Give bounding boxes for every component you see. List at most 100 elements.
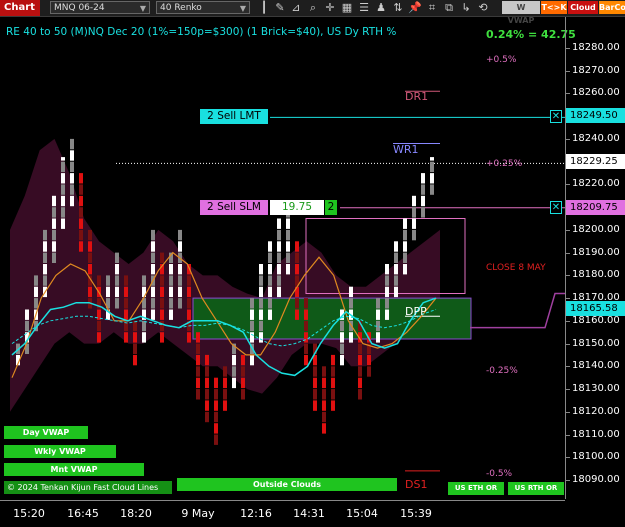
renko-brick — [178, 275, 182, 286]
renko-brick — [178, 229, 182, 241]
renko-brick — [322, 389, 326, 400]
stop-price-marker: 18209.75 — [566, 200, 625, 215]
price-tick-label: 18240.00 — [572, 132, 620, 144]
renko-brick — [79, 218, 83, 229]
cloud-button[interactable]: Cloud — [568, 1, 598, 14]
renko-brick — [34, 275, 38, 286]
renko-brick — [259, 298, 263, 309]
tk-button[interactable]: T<>K — [541, 1, 567, 14]
current-price-marker: 18165.58 — [566, 301, 625, 316]
renko-brick — [52, 218, 56, 229]
level-plus-025: +0.25% — [486, 159, 523, 169]
outside-clouds-toggle[interactable]: Outside Clouds — [177, 478, 397, 491]
day-vwap-toggle[interactable]: Day VWAP — [4, 426, 88, 439]
mnt-vwap-toggle[interactable]: Mnt VWAP — [4, 463, 144, 476]
renko-brick — [268, 264, 272, 275]
price-tick-mark — [566, 434, 570, 436]
renko-brick — [43, 275, 47, 286]
renko-brick — [178, 241, 182, 252]
instrument-select[interactable]: MNQ 06-24 ▼ — [50, 1, 150, 14]
renko-brick — [313, 389, 317, 400]
renko-brick — [268, 241, 272, 252]
indicators-icon[interactable]: ⊿ — [288, 1, 304, 15]
chart-tab[interactable]: Chart — [0, 0, 40, 16]
renko-brick — [214, 389, 218, 400]
price-tick-label: 18280.00 — [572, 42, 620, 53]
renko-brick — [394, 241, 398, 252]
strategy-icon[interactable]: ♟ — [373, 1, 389, 15]
template-icon[interactable]: ⌗ — [424, 1, 440, 15]
zoom-icon[interactable]: ⌕ — [305, 1, 321, 15]
cloud-lines-toggle[interactable]: © 2024 Tenkan Kijun Fast Cloud Lines — [4, 481, 172, 494]
chart-trader-icon[interactable]: ⇅ — [390, 1, 406, 15]
renko-brick — [133, 332, 137, 343]
renko-brick — [79, 207, 83, 218]
renko-brick — [169, 309, 173, 320]
renko-brick — [214, 434, 218, 445]
link-icon[interactable]: ⧉ — [441, 1, 457, 15]
time-tick-label: 15:20 — [13, 507, 45, 520]
renko-brick — [88, 229, 92, 241]
cancel-limit-order-icon[interactable]: ✕ — [550, 110, 562, 123]
drawing-tools-icon[interactable]: ✎ — [272, 1, 288, 15]
renko-brick — [268, 286, 272, 298]
cancel-stop-order-icon[interactable]: ✕ — [550, 201, 562, 214]
renko-brick — [196, 343, 200, 354]
renko-brick — [412, 229, 416, 241]
price-axis[interactable]: 18280.0018270.0018260.0018250.0018240.00… — [565, 17, 625, 499]
barco-button[interactable]: BarCo — [599, 1, 625, 14]
renko-brick — [187, 309, 191, 320]
renko-brick — [304, 343, 308, 354]
w-vwap-button[interactable]: W VWAP — [502, 1, 540, 25]
renko-brick — [349, 298, 353, 309]
stop-order-pnl: 19.75 — [270, 200, 324, 215]
renko-brick — [286, 264, 290, 275]
renko-brick — [205, 389, 209, 400]
renko-brick — [61, 195, 65, 207]
renko-brick — [151, 309, 155, 320]
sell-limit-order[interactable]: 2 Sell LMT — [200, 109, 268, 124]
renko-brick — [295, 309, 299, 320]
data-box-icon[interactable]: ▦ — [339, 1, 355, 15]
renko-brick — [88, 264, 92, 275]
pin-icon[interactable]: 📌 — [407, 1, 423, 15]
chart-title: RE 40 to 50 (M)NQ Dec 20 (1%=150p=$300) … — [6, 26, 397, 38]
bar-type-select[interactable]: 40 Renko ▼ — [156, 1, 250, 14]
renko-brick — [430, 173, 434, 184]
wkly-vwap-toggle[interactable]: Wkly VWAP — [4, 445, 116, 458]
renko-brick — [259, 264, 263, 275]
time-tick-label: 9 May — [181, 507, 215, 520]
stop-order-qty[interactable]: 2 — [325, 200, 337, 215]
renko-brick — [25, 320, 29, 332]
chart-style-icon[interactable]: ↳ — [458, 1, 474, 15]
renko-brick — [205, 400, 209, 411]
renko-brick — [295, 264, 299, 275]
sync-icon[interactable]: ⟲ — [475, 1, 491, 15]
renko-brick — [367, 354, 371, 366]
renko-brick — [52, 252, 56, 263]
us-eth-or-toggle[interactable]: US ETH OR — [448, 482, 504, 495]
renko-brick — [214, 411, 218, 423]
renko-brick — [196, 332, 200, 343]
sell-stop-order[interactable]: 2 Sell SLM — [200, 200, 268, 215]
properties-icon[interactable]: ☰ — [356, 1, 372, 15]
renko-brick — [277, 218, 281, 229]
renko-brick — [250, 298, 254, 309]
renko-brick — [430, 157, 434, 161]
renko-brick — [34, 298, 38, 309]
renko-brick — [70, 150, 74, 161]
renko-brick — [196, 366, 200, 377]
renko-brick — [97, 332, 101, 343]
renko-brick — [322, 377, 326, 389]
renko-brick — [277, 241, 281, 252]
renko-brick — [232, 354, 236, 366]
renko-brick — [385, 275, 389, 286]
us-rth-or-toggle[interactable]: US RTH OR — [508, 482, 564, 495]
bar-style-icon[interactable]: ┃ — [256, 1, 272, 15]
daily-change: 0.24% = 42.75 — [486, 28, 576, 41]
renko-brick — [304, 332, 308, 343]
time-axis[interactable]: 15:20 16:45 18:20 9 May 12:16 14:31 15:04 15:39 — [0, 500, 565, 527]
crosshair-icon[interactable]: ✛ — [322, 1, 338, 15]
level-close-prev: CLOSE 8 MAY — [486, 263, 546, 273]
level-dr1: DR1 — [405, 90, 429, 103]
